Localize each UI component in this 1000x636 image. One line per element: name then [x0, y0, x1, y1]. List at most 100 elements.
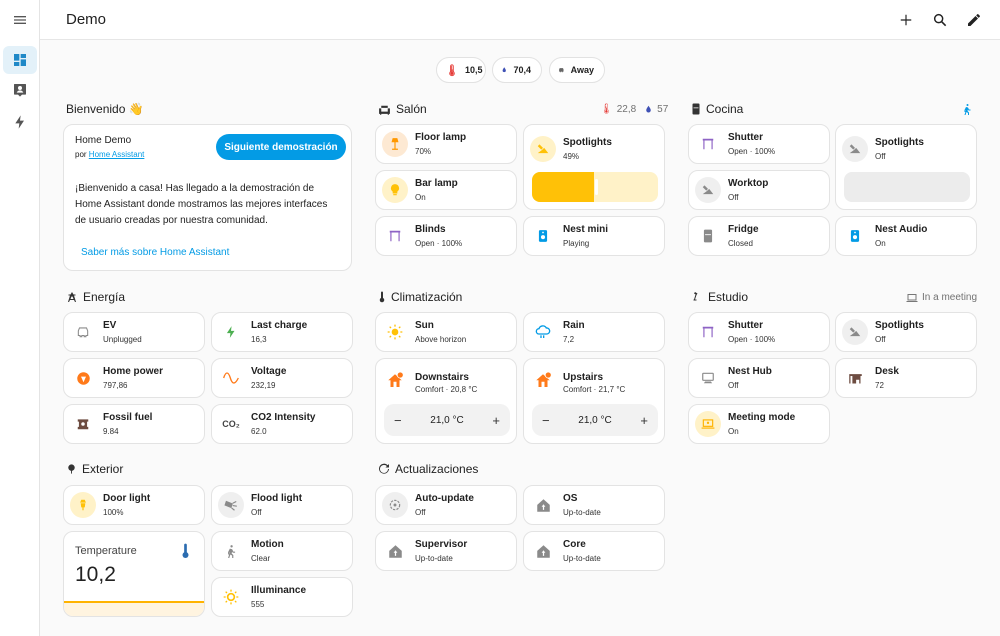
car-icon[interactable]: [70, 319, 96, 345]
home-assistant-link[interactable]: Home Assistant: [89, 150, 145, 159]
home-thermostat-icon[interactable]: [382, 368, 408, 394]
fridge-icon[interactable]: [695, 223, 721, 249]
spotlight-icon[interactable]: [695, 177, 721, 203]
shutter-icon[interactable]: [695, 131, 721, 157]
salon-humidity: 57: [657, 104, 669, 115]
tile-last-charge[interactable]: Last charge 16,3: [211, 312, 353, 352]
next-demo-button[interactable]: Siguiente demostración: [216, 134, 346, 160]
temperature-sensor-card[interactable]: Temperature 10,2: [63, 531, 205, 617]
spotlight-icon[interactable]: [842, 319, 868, 345]
menu-button[interactable]: [3, 6, 37, 34]
tile-meeting-mode[interactable]: Meeting mode On: [688, 404, 830, 444]
tile-motion[interactable]: Motion Clear: [211, 531, 353, 571]
increase-temperature-button[interactable]: +: [492, 413, 500, 428]
tile-core[interactable]: Core Up-to-date: [523, 531, 665, 571]
car-icon: [559, 68, 564, 73]
blinds-icon[interactable]: [382, 223, 408, 249]
sidebar-item-profile[interactable]: [3, 76, 37, 104]
laptop-account-icon[interactable]: [695, 411, 721, 437]
tile-blinds[interactable]: Blinds Open · 100%: [375, 216, 517, 256]
factory-icon[interactable]: [70, 411, 96, 437]
estudio-status-text: In a meeting: [922, 292, 978, 303]
tile-salon-spotlights[interactable]: Spotlights 49%: [523, 124, 665, 210]
tile-fridge[interactable]: Fridge Closed: [688, 216, 830, 256]
tile-name: Sun: [415, 320, 434, 331]
badge-temperature[interactable]: 🌡 10,5: [436, 57, 486, 83]
sun-icon[interactable]: [382, 319, 408, 345]
learn-more-link[interactable]: Saber más sobre Home Assistant: [81, 247, 229, 258]
tile-bar-lamp[interactable]: Bar lamp On: [375, 170, 517, 210]
home-assistant-icon[interactable]: [382, 538, 408, 564]
cloud-rain-icon[interactable]: [530, 319, 556, 345]
spotlights-brightness-slider[interactable]: [532, 172, 658, 202]
lightning-icon[interactable]: [218, 319, 244, 345]
tile-estudio-spotlights[interactable]: Spotlights Off: [835, 312, 977, 352]
spotlight-icon[interactable]: [842, 136, 868, 162]
tile-state: On: [415, 193, 426, 202]
tile-floor-lamp[interactable]: Floor lamp 70%: [375, 124, 517, 164]
tablet-speaker-icon[interactable]: [695, 365, 721, 391]
tile-nest-hub[interactable]: Nest Hub Off: [688, 358, 830, 398]
tile-door-light[interactable]: Door light 100%: [63, 485, 205, 525]
speaker-play-icon[interactable]: [530, 223, 556, 249]
molecule-co2-icon[interactable]: CO₂: [218, 411, 244, 437]
tile-illuminance[interactable]: Illuminance 555: [211, 577, 353, 617]
motion-sensor-icon[interactable]: [218, 538, 244, 564]
tile-home-power[interactable]: Home power 797,86: [63, 358, 205, 398]
tile-state: Open · 100%: [728, 147, 776, 156]
lightbulb-icon[interactable]: [382, 177, 408, 203]
spotlights-brightness-slider[interactable]: [844, 172, 970, 202]
floodlight-icon[interactable]: [218, 492, 244, 518]
tile-fossil-fuel[interactable]: Fossil fuel 9.84: [63, 404, 205, 444]
tile-sun[interactable]: Sun Above horizon: [375, 312, 517, 352]
brightness-icon[interactable]: [218, 584, 244, 610]
speaker-icon[interactable]: [842, 223, 868, 249]
menu-icon: [14, 16, 26, 24]
tile-state: Clear: [251, 554, 271, 563]
tile-cocina-shutter[interactable]: Shutter Open · 100%: [688, 124, 830, 164]
tile-estudio-shutter[interactable]: Shutter Open · 100%: [688, 312, 830, 352]
home-assistant-icon[interactable]: [530, 538, 556, 564]
home-thermostat-icon[interactable]: [530, 368, 556, 394]
sidebar-item-energy[interactable]: [3, 108, 37, 136]
tile-auto-update[interactable]: Auto-update Off: [375, 485, 517, 525]
tile-desk[interactable]: Desk 72: [835, 358, 977, 398]
edit-button[interactable]: [963, 9, 985, 31]
tile-co2-intensity[interactable]: CO₂ CO2 Intensity 62.0: [211, 404, 353, 444]
slider-handle[interactable]: [595, 179, 598, 195]
tile-nest-audio[interactable]: Nest Audio On: [835, 216, 977, 256]
sine-wave-icon[interactable]: [218, 365, 244, 391]
section-title-clima: Climatización: [378, 290, 462, 304]
tile-flood-light[interactable]: Flood light Off: [211, 485, 353, 525]
tile-cocina-spotlights[interactable]: Spotlights Off: [835, 124, 977, 210]
cocina-motion-indicator: [961, 103, 973, 115]
floor-lamp-icon[interactable]: [382, 131, 408, 157]
badge-presence[interactable]: Away: [549, 57, 605, 83]
tile-voltage[interactable]: Voltage 232,19: [211, 358, 353, 398]
spotlight-icon[interactable]: [530, 136, 556, 162]
badge-humidity[interactable]: 70,4: [492, 57, 542, 83]
tile-name: Nest Hub: [728, 366, 772, 377]
desk-icon[interactable]: [842, 365, 868, 391]
power-gauge-icon[interactable]: [70, 365, 96, 391]
outdoor-lamp-icon[interactable]: [70, 492, 96, 518]
tile-rain[interactable]: Rain 7,2: [523, 312, 665, 352]
tile-os[interactable]: OS Up-to-date: [523, 485, 665, 525]
tile-upstairs-thermostat[interactable]: Upstairs Comfort · 21,7 °C − 21,0 °C +: [523, 358, 665, 444]
home-assistant-icon[interactable]: [530, 492, 556, 518]
tile-supervisor[interactable]: Supervisor Up-to-date: [375, 531, 517, 571]
auto-update-icon[interactable]: [382, 492, 408, 518]
decrease-temperature-button[interactable]: −: [394, 413, 402, 428]
search-button[interactable]: [929, 9, 951, 31]
shutter-icon[interactable]: [695, 319, 721, 345]
tile-nest-mini[interactable]: Nest mini Playing: [523, 216, 665, 256]
decrease-temperature-button[interactable]: −: [542, 413, 550, 428]
increase-temperature-button[interactable]: +: [640, 413, 648, 428]
tile-downstairs-thermostat[interactable]: Downstairs Comfort · 20,8 °C − 21,0 °C +: [375, 358, 517, 444]
tile-state: Off: [415, 508, 426, 517]
tile-state: 232,19: [251, 381, 276, 390]
tile-ev[interactable]: EV Unplugged: [63, 312, 205, 352]
tile-worktop[interactable]: Worktop Off: [688, 170, 830, 210]
add-button[interactable]: [895, 9, 917, 31]
sidebar-item-dashboard[interactable]: [3, 46, 37, 74]
